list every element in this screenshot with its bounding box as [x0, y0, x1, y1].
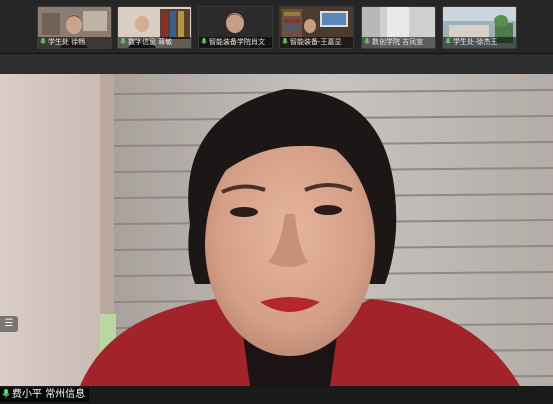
microphone-icon	[2, 389, 10, 398]
participant-thumbnail[interactable]: 学生处-徐杰王	[442, 6, 517, 49]
microphone-icon	[282, 38, 288, 44]
participant-label: 数字信息 蒋敏	[118, 37, 191, 48]
participant-thumbnail[interactable]: 数创学院 吉凤宣	[361, 6, 436, 49]
microphone-icon	[201, 38, 207, 44]
list-icon: ☰	[4, 318, 14, 329]
panel-toggle-button[interactable]: ☰	[0, 316, 18, 332]
participant-label: 智能装备学院肖文	[199, 37, 272, 48]
microphone-icon	[40, 38, 46, 44]
participant-name: 智能装备-王嘉显	[290, 38, 342, 46]
speaker-video-frame	[0, 74, 553, 386]
participant-name: 智能装备学院肖文	[209, 38, 265, 46]
participant-thumbnail[interactable]: 智能装备-王嘉显	[279, 6, 354, 49]
participant-name: 数字信息 蒋敏	[128, 38, 173, 46]
participant-name: 学生处-徐杰王	[453, 38, 498, 46]
main-speaker-video[interactable]: ☰	[0, 74, 553, 386]
participant-name: 学生处 徐畅	[48, 38, 86, 46]
microphone-icon	[445, 38, 451, 44]
participant-label: 学生处-徐杰王	[443, 37, 516, 48]
microphone-icon	[364, 38, 370, 44]
speaker-name-tag: 费小平 常州信息	[0, 388, 90, 402]
participant-label: 智能装备-王嘉显	[280, 37, 353, 48]
header-band	[0, 54, 553, 74]
participant-thumbnail[interactable]: 智能装备学院肖文	[198, 6, 273, 49]
participant-label: 学生处 徐畅	[38, 37, 111, 48]
participant-label: 数创学院 吉凤宣	[362, 37, 435, 48]
speaker-org: 常州信息	[45, 389, 86, 400]
speaker-name: 费小平	[12, 389, 42, 400]
participant-strip: 学生处 徐畅 数字信息 蒋敏 智能装备学院肖文 智能装备-王嘉显 数创学院 吉凤…	[0, 0, 553, 54]
microphone-icon	[120, 38, 126, 44]
participant-name: 数创学院 吉凤宣	[372, 38, 424, 46]
participant-thumbnail[interactable]: 学生处 徐畅	[37, 6, 112, 49]
participant-thumbnail[interactable]: 数字信息 蒋敏	[117, 6, 192, 49]
